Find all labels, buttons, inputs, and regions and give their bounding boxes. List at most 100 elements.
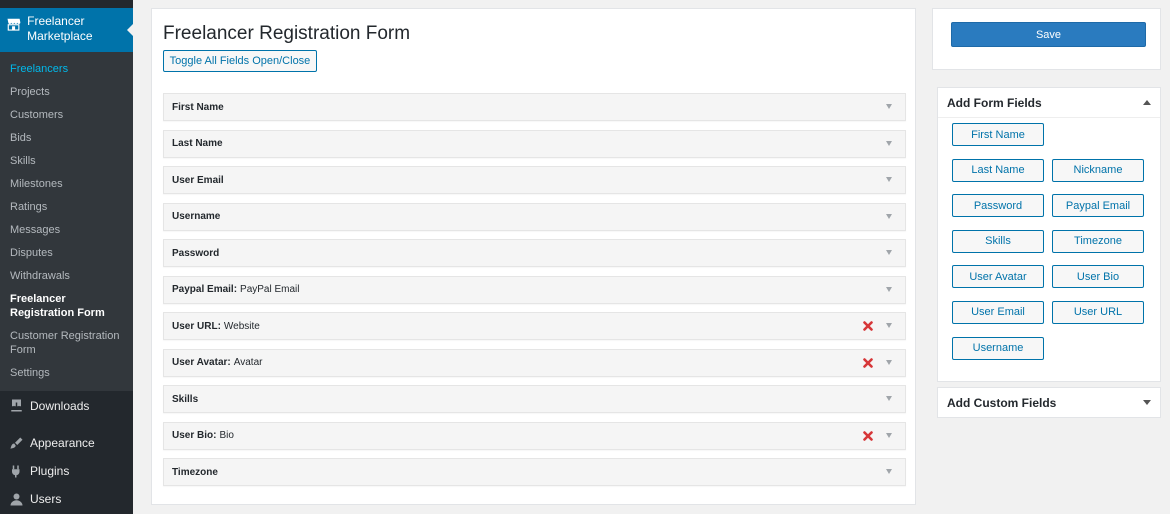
sidebar-submenu-item[interactable]: Freelancer Registration Form [0,288,133,325]
sidebar-menu-item-users[interactable]: Users [0,485,133,513]
add-form-fields-header[interactable]: Add Form Fields [938,88,1160,118]
add-field-button[interactable]: Skills [952,229,1044,253]
sidebar-menu-label: Users [30,492,62,506]
remove-field-icon[interactable] [863,321,873,331]
expand-field-icon[interactable] [886,104,892,109]
form-field-row[interactable]: User URL: Website [163,312,906,340]
sidebar-menu-list: Downloads Appearance Plugins Users [0,391,133,513]
form-builder-panel: Freelancer Registration Form Toggle All … [151,8,916,505]
sidebar-submenu-item[interactable]: Customer Registration Form [0,325,133,362]
expand-field-icon[interactable] [886,250,892,255]
expand-field-icon[interactable] [886,432,892,438]
active-menu-arrow [127,23,134,37]
add-field-button-row: Password Paypal Email [952,194,1152,218]
add-field-button[interactable]: First Name [952,123,1044,146]
sidebar-submenu-item[interactable]: Freelancers [0,58,133,81]
sidebar-menu-label: Downloads [30,398,90,413]
form-field-row[interactable]: Timezone [163,458,906,486]
form-field-name: User Bio: [172,430,217,441]
add-field-button-row: Last Name Nickname [952,158,1152,182]
add-field-button-row: First Name [952,123,1152,146]
sidebar-menu-label: Freelancer Marketplace [27,14,93,43]
add-custom-fields-header[interactable]: Add Custom Fields [938,388,1160,417]
sidebar-submenu-item[interactable]: Withdrawals [0,265,133,288]
add-custom-fields-title: Add Custom Fields [947,395,1057,410]
expand-field-icon[interactable] [886,140,892,146]
sidebar-submenu-item[interactable]: Bids [0,127,133,150]
add-field-button[interactable]: Last Name [952,158,1044,182]
sidebar-submenu: Freelancers Projects Customers Bids Skills Mi… [0,52,133,391]
sidebar-menu-item-plugins[interactable]: Plugins [0,457,133,485]
storefront-icon [7,18,21,31]
sidebar-menu-item-appearance[interactable]: Appearance [0,429,133,457]
expand-field-icon[interactable] [886,323,892,328]
add-field-button[interactable]: Paypal Email [1052,194,1144,218]
form-field-name: Paypal Email: [172,284,238,295]
sidebar-submenu-item[interactable]: Customers [0,104,133,127]
sidebar-submenu-item[interactable]: Disputes [0,242,133,265]
sidebar-top-strip [0,0,133,8]
add-field-button[interactable]: User Email [952,300,1044,324]
collapse-icon [1143,100,1151,105]
expand-field-icon[interactable] [886,177,892,182]
form-field-name: User Avatar: [172,357,231,368]
expand-field-icon[interactable] [886,359,892,365]
form-field-label: Website [223,320,260,332]
save-box: Save [932,8,1161,70]
expand-field-icon[interactable] [886,396,892,401]
sidebar-submenu-item[interactable]: Projects [0,81,133,104]
sidebar-submenu-item[interactable]: Messages [0,219,133,242]
add-field-button-grid: First Name Last Name Nickname Password Paypa… [952,123,1152,372]
sidebar-menu-label: Plugins [30,464,70,478]
sidebar-submenu-item[interactable]: Skills [0,150,133,173]
add-field-button[interactable]: User Avatar [952,265,1044,289]
add-field-button[interactable]: Password [952,194,1044,218]
form-field-name: Timezone [172,466,218,478]
add-form-fields-box: Add Form Fields First Name Last Name Nickn… [937,87,1161,382]
form-field-name: First Name [172,101,224,113]
form-field-row[interactable]: User Bio: Bio [163,421,906,450]
form-field-row[interactable]: User Avatar: Avatar [163,348,906,377]
expand-field-icon[interactable] [886,286,892,292]
paintbrush-icon [10,437,23,449]
form-field-row[interactable]: Skills [163,385,906,413]
form-field-row[interactable]: First Name [163,93,906,121]
user-icon [10,493,23,505]
add-field-button[interactable]: Timezone [1052,229,1144,253]
remove-field-icon[interactable] [863,430,873,441]
add-form-fields-title: Add Form Fields [947,95,1042,110]
admin-sidebar: Freelancer Marketplace Freelancers Projec… [0,0,134,514]
form-field-name: Password [172,247,220,259]
sidebar-submenu-item[interactable]: Milestones [0,173,133,196]
form-field-label: Avatar [233,357,263,368]
form-field-label: Bio [219,430,234,441]
plug-icon [12,465,20,477]
add-field-button[interactable]: User URL [1052,300,1144,324]
sidebar-submenu-item[interactable]: Settings [0,362,133,385]
download-icon [11,399,22,412]
add-field-button[interactable]: User Bio [1052,265,1144,289]
form-field-list: First Name Last Name User Email Username Pas… [163,93,906,495]
form-field-row[interactable]: Last Name [163,129,906,158]
add-field-button[interactable]: Nickname [1052,158,1144,182]
add-field-button-row: User Avatar User Bio [952,265,1152,289]
form-field-row[interactable]: Paypal Email: PayPal Email [163,275,906,304]
form-field-row[interactable]: Password [163,239,906,267]
form-field-name: User URL: [172,320,221,332]
form-field-name: User Email [172,174,224,186]
expand-field-icon[interactable] [886,469,892,474]
sidebar-submenu-item[interactable]: Ratings [0,196,133,219]
sidebar-menu-freelancer-marketplace[interactable]: Freelancer Marketplace [0,8,134,52]
sidebar-menu-item-downloads[interactable]: Downloads [0,391,133,420]
toggle-all-fields-button[interactable]: Toggle All Fields Open/Close [163,50,317,72]
sidebar-menu-label: Appearance [30,436,95,450]
form-field-row[interactable]: Username [163,202,906,231]
form-field-name: Skills [172,393,199,405]
add-field-button[interactable]: Username [952,336,1044,360]
expand-field-icon[interactable] [886,213,892,219]
page-title: Freelancer Registration Form [163,23,411,44]
form-field-name: Username [172,211,221,222]
save-button[interactable]: Save [951,22,1146,47]
remove-field-icon[interactable] [863,357,873,368]
form-field-row[interactable]: User Email [163,166,906,194]
